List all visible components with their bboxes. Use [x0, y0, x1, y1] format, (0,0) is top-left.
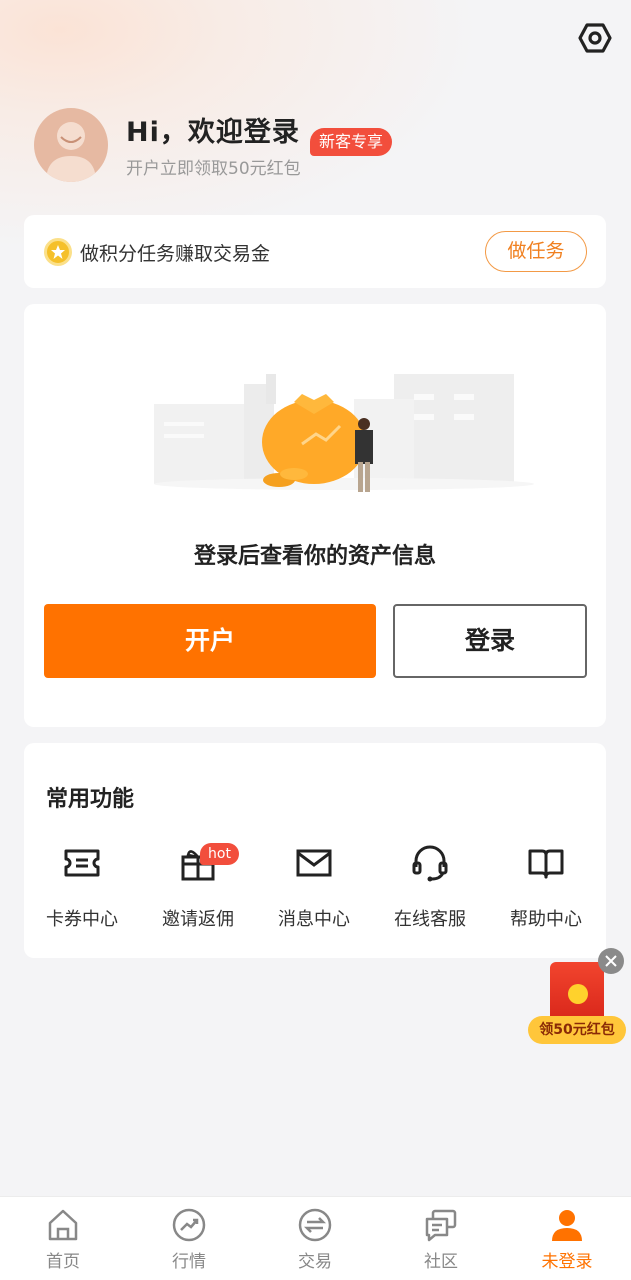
login-button[interactable]: 登录 [393, 604, 587, 678]
do-task-button[interactable]: 做任务 [485, 231, 587, 272]
function-message-center[interactable]: 消息中心 [256, 843, 372, 933]
tab-label: 行情 [172, 1252, 206, 1272]
task-banner[interactable]: 做积分任务赚取交易金 做任务 [24, 215, 606, 288]
tab-trade[interactable]: 交易 [252, 1197, 378, 1280]
profile-section[interactable]: Hi，欢迎登录 新客专享 开户立即领取50元红包 [34, 108, 594, 184]
user-icon [552, 1210, 582, 1241]
functions-title: 常用功能 [46, 787, 135, 812]
tab-label: 社区 [424, 1252, 458, 1272]
tab-home[interactable]: 首页 [0, 1197, 126, 1280]
close-icon[interactable] [598, 948, 624, 974]
asset-login-prompt: 登录后查看你的资产信息 [193, 544, 436, 569]
function-help-center[interactable]: 帮助中心 [488, 843, 604, 933]
coin-icon [568, 984, 588, 1004]
star-coin-icon [44, 238, 72, 266]
function-coupon-center[interactable]: 卡券中心 [24, 843, 140, 933]
money-bag-illustration [154, 374, 534, 492]
avatar[interactable] [34, 108, 108, 182]
common-functions-card: 常用功能 卡券中心 邀请返佣 hot 消息中心 在线客服 帮助中心 [24, 743, 606, 958]
tab-community[interactable]: 社区 [378, 1197, 504, 1280]
red-packet-icon [550, 962, 604, 1022]
greeting-title[interactable]: Hi，欢迎登录 [126, 110, 300, 149]
tab-label: 交易 [298, 1252, 332, 1272]
avatar-placeholder-icon [46, 122, 96, 182]
new-user-badge: 新客专享 [310, 128, 393, 156]
greeting-subtitle: 开户立即领取50元红包 [126, 159, 301, 179]
function-label: 消息中心 [278, 909, 350, 930]
task-text: 做积分任务赚取交易金 [80, 243, 271, 265]
function-label: 帮助中心 [510, 909, 582, 930]
hot-badge: hot [200, 843, 239, 865]
open-account-button[interactable]: 开户 [44, 604, 376, 678]
tab-label: 首页 [46, 1252, 80, 1272]
function-label: 卡券中心 [46, 909, 118, 930]
settings-button[interactable] [575, 18, 615, 58]
mail-icon [296, 849, 332, 877]
coupon-icon [64, 849, 100, 877]
settings-hex-icon [578, 23, 612, 53]
function-online-service[interactable]: 在线客服 [372, 843, 488, 933]
tab-label: 未登录 [541, 1252, 593, 1272]
bottom-tab-bar: 首页 行情 交易 社区 未登录 [0, 1196, 631, 1280]
asset-card: 登录后查看你的资产信息 开户 登录 [24, 304, 606, 727]
book-icon [528, 849, 564, 879]
exchange-icon [298, 1208, 332, 1242]
tab-market[interactable]: 行情 [126, 1197, 252, 1280]
function-label: 在线客服 [394, 909, 466, 930]
home-icon [48, 1209, 78, 1241]
chat-icon [425, 1209, 457, 1242]
floating-red-packet[interactable]: 领50元红包 [526, 946, 628, 1050]
trend-icon [172, 1208, 206, 1242]
red-packet-label: 领50元红包 [528, 1016, 626, 1044]
tab-profile[interactable]: 未登录 [504, 1197, 630, 1280]
headset-icon [412, 845, 448, 882]
function-label: 邀请返佣 [162, 909, 234, 930]
